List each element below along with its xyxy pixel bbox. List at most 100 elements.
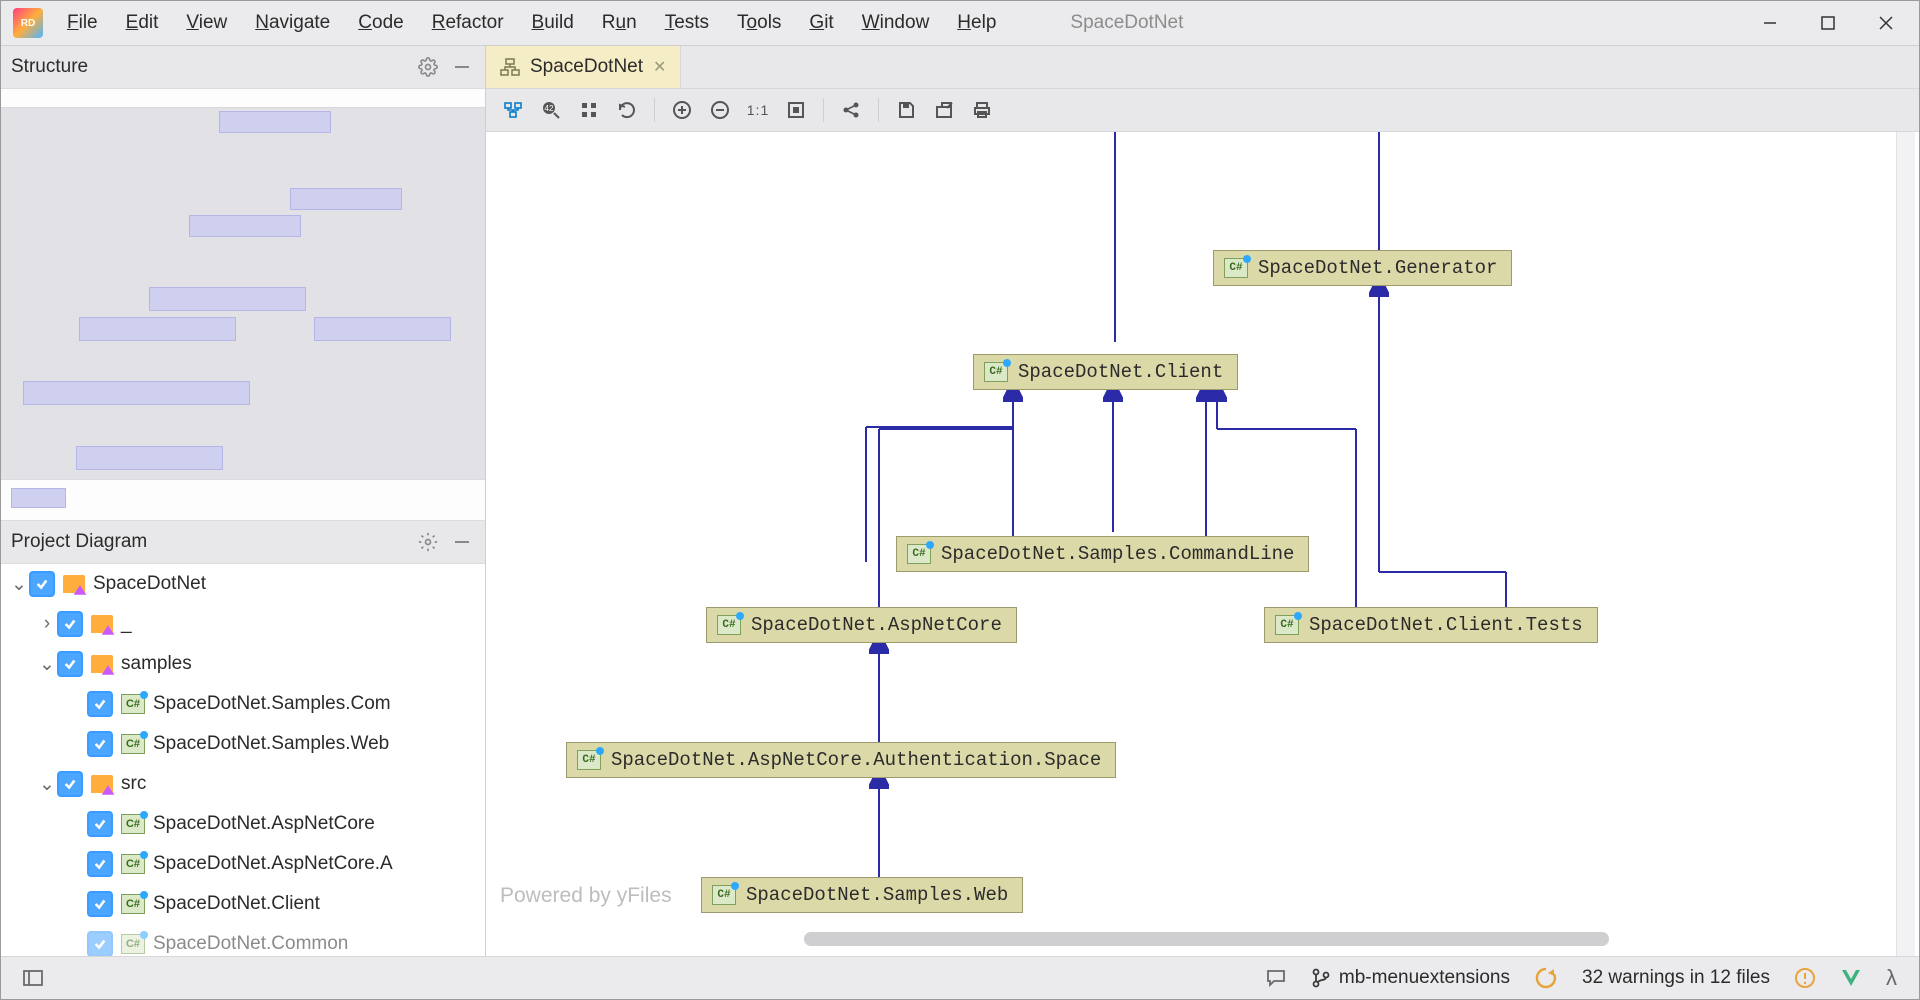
git-branch[interactable]: mb-menuextensions: [1299, 967, 1522, 989]
diagram-node-client[interactable]: C# SpaceDotNet.Client: [973, 354, 1238, 390]
maximize-button[interactable]: [1799, 1, 1857, 45]
zoom-11-icon[interactable]: 1:1: [741, 93, 775, 127]
menu-file[interactable]: File: [53, 8, 112, 38]
project-diagram-title: Project Diagram: [11, 531, 407, 553]
editor-tabs: SpaceDotNet ✕: [486, 46, 1919, 89]
magnifier-icon[interactable]: 42: [534, 93, 568, 127]
export-icon[interactable]: [927, 93, 961, 127]
tree-row[interactable]: C# SpaceDotNet.Common: [1, 924, 485, 956]
horizontal-scrollbar[interactable]: [804, 932, 1609, 946]
tree-row[interactable]: C# SpaceDotNet.Samples.Com: [1, 684, 485, 724]
zoom-out-icon[interactable]: [703, 93, 737, 127]
menu-tools[interactable]: Tools: [723, 8, 795, 38]
tree-row[interactable]: C# SpaceDotNet.AspNetCore.A: [1, 844, 485, 884]
checkbox[interactable]: [87, 731, 113, 757]
collapse-icon[interactable]: [449, 529, 475, 555]
chevron-down-icon[interactable]: ⌄: [37, 773, 57, 796]
gear-icon[interactable]: [415, 54, 441, 80]
tree-label: SpaceDotNet.AspNetCore: [153, 813, 375, 835]
vue-icon[interactable]: [1828, 968, 1874, 988]
csproj-icon: C#: [717, 615, 741, 635]
tree-row-samples[interactable]: ⌄ samples: [1, 644, 485, 684]
refresh-icon[interactable]: [610, 93, 644, 127]
menu-window[interactable]: Window: [848, 8, 944, 38]
lambda-icon[interactable]: λ: [1874, 965, 1909, 991]
menu-refactor[interactable]: Refactor: [418, 8, 518, 38]
menu-navigate[interactable]: Navigate: [241, 8, 344, 38]
diagram-node-generator[interactable]: C# SpaceDotNet.Generator: [1213, 250, 1512, 286]
tree-label: SpaceDotNet.Samples.Com: [153, 693, 391, 715]
node-label: SpaceDotNet.Client: [1018, 361, 1223, 383]
tree-row-root[interactable]: ⌄ SpaceDotNet: [1, 564, 485, 604]
warning-badge-icon[interactable]: [1782, 967, 1828, 989]
close-button[interactable]: [1857, 1, 1915, 45]
problems-summary[interactable]: 32 warnings in 12 files: [1570, 967, 1782, 989]
menu-run[interactable]: Run: [588, 8, 651, 38]
tree-row[interactable]: C# SpaceDotNet.AspNetCore: [1, 804, 485, 844]
diagram-canvas[interactable]: C# SpaceDotNet.Generator C# SpaceDotNet.…: [486, 132, 1919, 956]
checkbox[interactable]: [57, 651, 83, 677]
node-label: SpaceDotNet.AspNetCore.Authentication.Sp…: [611, 749, 1101, 771]
checkbox[interactable]: [57, 611, 83, 637]
structure-thumbnail[interactable]: [1, 89, 485, 480]
minimize-button[interactable]: [1741, 1, 1799, 45]
chevron-down-icon[interactable]: ⌄: [37, 653, 57, 676]
layout-icon[interactable]: [496, 93, 530, 127]
diagram-node-aspnetcore[interactable]: C# SpaceDotNet.AspNetCore: [706, 607, 1017, 643]
tree-row[interactable]: › _: [1, 604, 485, 644]
menu-tests[interactable]: Tests: [651, 8, 723, 38]
grid-icon[interactable]: [572, 93, 606, 127]
tab-label: SpaceDotNet: [530, 56, 643, 78]
diagram-node-auth[interactable]: C# SpaceDotNet.AspNetCore.Authentication…: [566, 742, 1116, 778]
collapse-icon[interactable]: [449, 54, 475, 80]
share-icon[interactable]: [834, 93, 868, 127]
node-label: SpaceDotNet.Generator: [1258, 257, 1497, 279]
checkbox[interactable]: [87, 691, 113, 717]
checkbox[interactable]: [57, 771, 83, 797]
status-chat-icon[interactable]: [1253, 967, 1299, 989]
csproj-icon: C#: [577, 750, 601, 770]
tree-row[interactable]: C# SpaceDotNet.Samples.Web: [1, 724, 485, 764]
csproj-icon: C#: [121, 734, 145, 754]
sync-settings-icon[interactable]: [1522, 966, 1570, 990]
tree-label: SpaceDotNet.Client: [153, 893, 320, 915]
tree-row-src[interactable]: ⌄ src: [1, 764, 485, 804]
menu-view[interactable]: View: [172, 8, 241, 38]
close-icon[interactable]: ✕: [653, 57, 666, 77]
menu-code[interactable]: Code: [344, 8, 417, 38]
diagram-node-sampweb[interactable]: C# SpaceDotNet.Samples.Web: [701, 877, 1023, 913]
tree-row[interactable]: C# SpaceDotNet.Client: [1, 884, 485, 924]
chevron-down-icon[interactable]: ⌄: [9, 573, 29, 596]
warnings-label: 32 warnings in 12 files: [1582, 967, 1770, 989]
csproj-icon: C#: [121, 934, 145, 954]
menu-git[interactable]: Git: [795, 8, 847, 38]
diagram-icon: [500, 57, 520, 77]
tab-spacedotnet[interactable]: SpaceDotNet ✕: [486, 46, 681, 88]
checkbox[interactable]: [87, 851, 113, 877]
diagram-node-cmdline[interactable]: C# SpaceDotNet.Samples.CommandLine: [896, 536, 1309, 572]
folder-icon: [91, 615, 113, 633]
zoom-in-icon[interactable]: [665, 93, 699, 127]
menu-build[interactable]: Build: [518, 8, 588, 38]
print-icon[interactable]: [965, 93, 999, 127]
menu-help[interactable]: Help: [943, 8, 1010, 38]
watermark: Powered by yFiles: [500, 884, 672, 908]
solution-icon: [63, 575, 85, 593]
project-diagram-tree[interactable]: ⌄ SpaceDotNet › _ ⌄ sample: [1, 564, 485, 956]
vertical-scrollbar[interactable]: [1896, 132, 1915, 956]
csproj-icon: C#: [907, 544, 931, 564]
status-bar: mb-menuextensions 32 warnings in 12 file…: [1, 956, 1919, 999]
save-icon[interactable]: [889, 93, 923, 127]
statusbar-left-icon[interactable]: [11, 970, 55, 986]
checkbox[interactable]: [29, 571, 55, 597]
gear-icon[interactable]: [415, 529, 441, 555]
checkbox[interactable]: [87, 891, 113, 917]
chevron-right-icon[interactable]: ›: [37, 613, 57, 635]
checkbox[interactable]: [87, 931, 113, 956]
csproj-icon: C#: [1224, 258, 1248, 278]
fit-icon[interactable]: [779, 93, 813, 127]
diagram-node-clienttests[interactable]: C# SpaceDotNet.Client.Tests: [1264, 607, 1598, 643]
csproj-icon: C#: [121, 894, 145, 914]
menu-edit[interactable]: Edit: [112, 8, 173, 38]
checkbox[interactable]: [87, 811, 113, 837]
